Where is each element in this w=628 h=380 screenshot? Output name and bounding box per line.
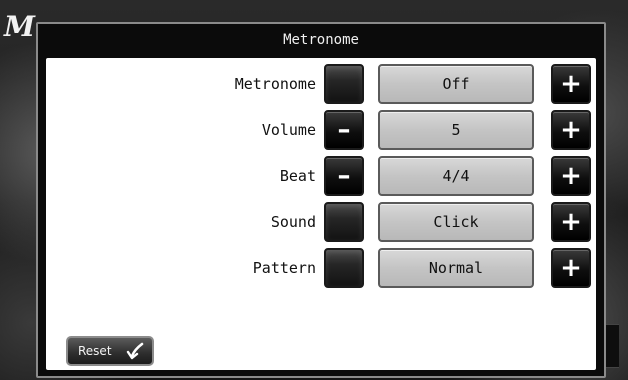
plus-icon: + bbox=[560, 115, 582, 145]
reset-button[interactable]: Reset bbox=[66, 336, 154, 366]
pattern-decrement-button[interactable] bbox=[324, 248, 364, 288]
row-metronome: Metronome Off + bbox=[46, 64, 596, 104]
row-label: Volume bbox=[261, 121, 316, 139]
row-pattern: Pattern Normal + bbox=[46, 248, 596, 288]
sound-increment-button[interactable]: + bbox=[551, 202, 591, 242]
minus-icon: – bbox=[337, 161, 351, 191]
dialog-title: Metronome bbox=[283, 32, 359, 48]
plus-icon: + bbox=[560, 207, 582, 237]
row-label: Metronome bbox=[234, 75, 316, 93]
sound-decrement-button[interactable] bbox=[324, 202, 364, 242]
row-sound: Sound Click + bbox=[46, 202, 596, 242]
beat-increment-button[interactable]: + bbox=[551, 156, 591, 196]
reset-label: Reset bbox=[78, 344, 112, 358]
plus-icon: + bbox=[560, 161, 582, 191]
undo-arrow-icon bbox=[126, 342, 144, 360]
beat-decrement-button[interactable]: – bbox=[324, 156, 364, 196]
metronome-dialog: Metronome Metronome Off + Volume – 5 + B… bbox=[36, 22, 606, 378]
app-logo: M bbox=[4, 10, 35, 43]
volume-decrement-button[interactable]: – bbox=[324, 110, 364, 150]
volume-increment-button[interactable]: + bbox=[551, 110, 591, 150]
plus-icon: + bbox=[560, 253, 582, 283]
metronome-increment-button[interactable]: + bbox=[551, 64, 591, 104]
sound-value: Click bbox=[378, 202, 534, 242]
metronome-value: Off bbox=[378, 64, 534, 104]
volume-value: 5 bbox=[378, 110, 534, 150]
beat-value: 4/4 bbox=[378, 156, 534, 196]
row-label: Sound bbox=[270, 213, 316, 231]
row-beat: Beat – 4/4 + bbox=[46, 156, 596, 196]
minus-icon: – bbox=[337, 115, 351, 145]
plus-icon: + bbox=[560, 69, 582, 99]
background-side-tab bbox=[604, 324, 619, 368]
pattern-value: Normal bbox=[378, 248, 534, 288]
row-volume: Volume – 5 + bbox=[46, 110, 596, 150]
row-label: Pattern bbox=[252, 259, 316, 277]
metronome-decrement-button[interactable] bbox=[324, 64, 364, 104]
settings-panel: Metronome Off + Volume – 5 + Beat – 4/4 bbox=[46, 58, 596, 370]
pattern-increment-button[interactable]: + bbox=[551, 248, 591, 288]
row-label: Beat bbox=[279, 167, 316, 185]
